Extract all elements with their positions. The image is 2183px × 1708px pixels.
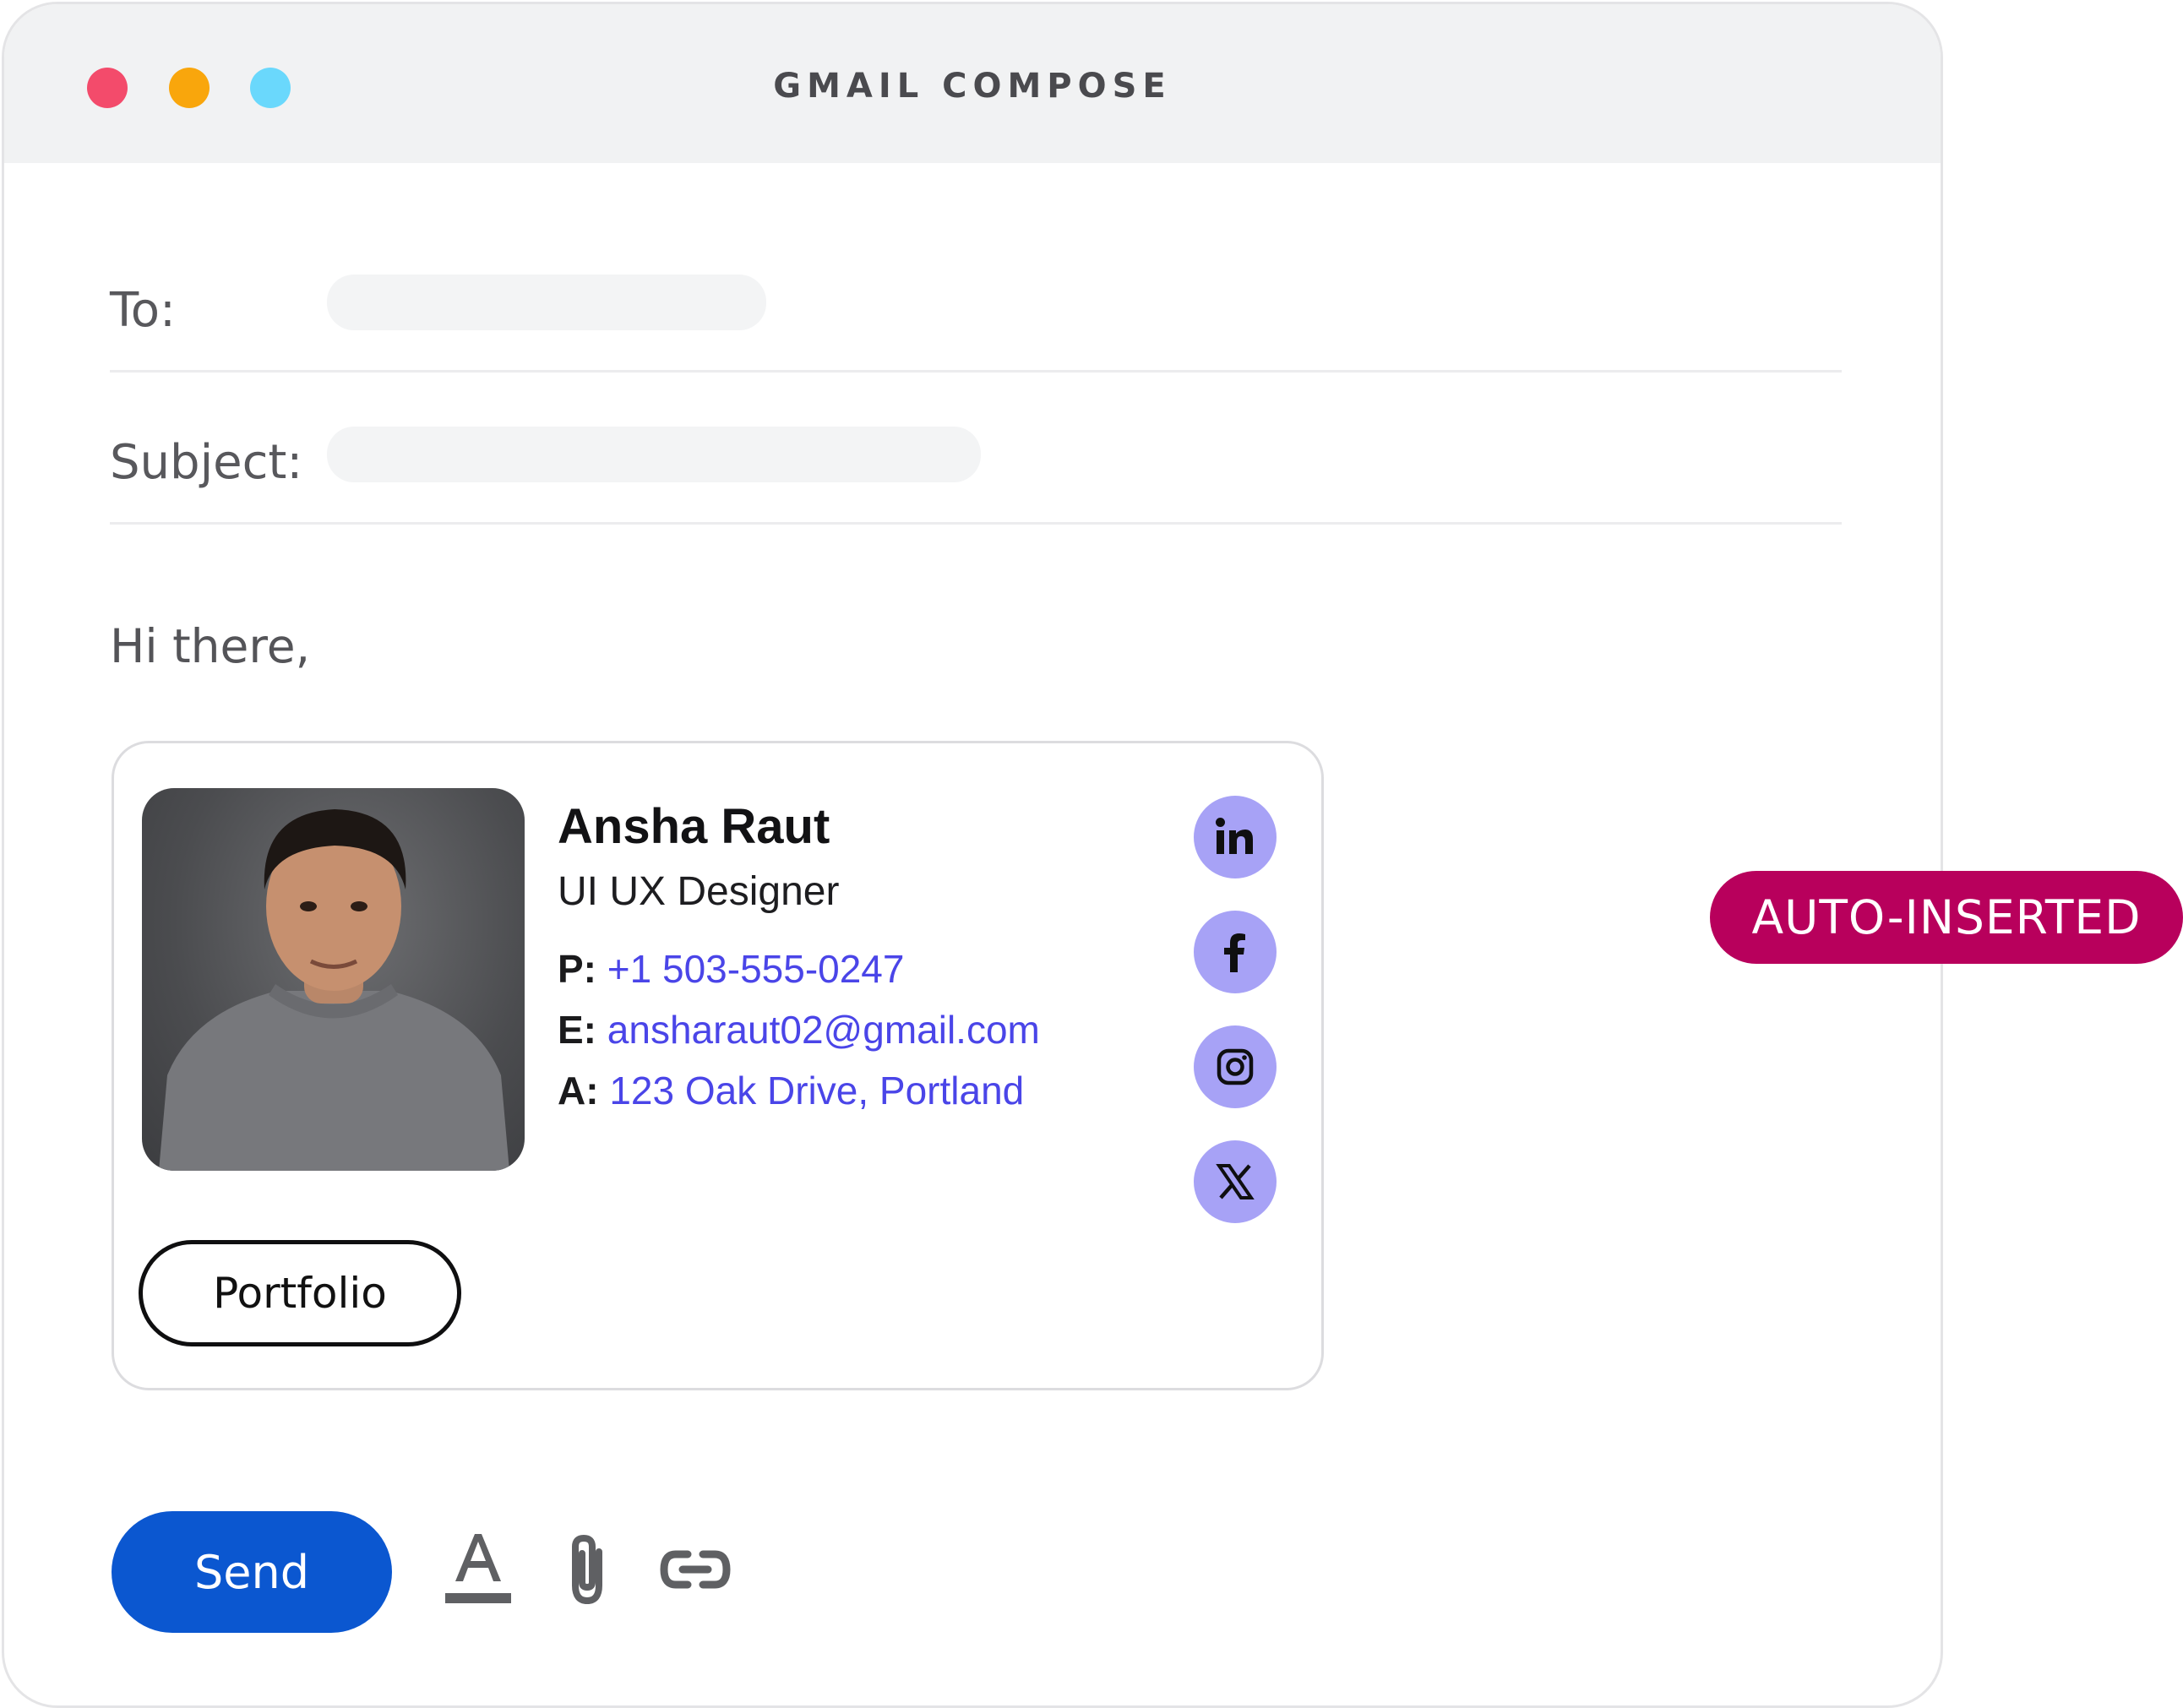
- subject-input[interactable]: [327, 427, 981, 482]
- address-label: A:: [558, 1069, 599, 1112]
- attachment-icon: [572, 1534, 602, 1605]
- text-format-button[interactable]: [444, 1529, 513, 1611]
- instagram-icon: [1217, 1048, 1254, 1085]
- signature-name: Ansha Raut: [558, 799, 830, 854]
- portfolio-button[interactable]: Portfolio: [139, 1240, 461, 1346]
- signature-email-row: E: ansharaut02@gmail.com: [558, 1007, 1040, 1053]
- message-body-greeting[interactable]: Hi there,: [110, 619, 310, 673]
- email-label: E:: [558, 1008, 596, 1052]
- x-icon: [1216, 1164, 1255, 1199]
- to-input[interactable]: [327, 275, 766, 330]
- insert-link-button[interactable]: [659, 1546, 732, 1597]
- signature-phone-row: P: +1 503-555-0247: [558, 946, 904, 992]
- title-bar: GMAIL COMPOSE: [4, 4, 1941, 163]
- link-icon: [660, 1550, 731, 1589]
- text-format-icon: [445, 1534, 511, 1603]
- x-button[interactable]: [1194, 1140, 1277, 1223]
- to-divider: [110, 370, 1842, 373]
- send-button[interactable]: Send: [112, 1511, 392, 1633]
- address-link[interactable]: 123 Oak Drive, Portland: [609, 1069, 1024, 1112]
- subject-label: Subject:: [110, 435, 303, 490]
- instagram-button[interactable]: [1194, 1025, 1277, 1108]
- signature-address-row: A: 123 Oak Drive, Portland: [558, 1068, 1024, 1113]
- email-link[interactable]: ansharaut02@gmail.com: [607, 1008, 1040, 1052]
- auto-inserted-badge: AUTO-INSERTED: [1710, 871, 2183, 964]
- linkedin-icon: [1216, 818, 1253, 854]
- signature-role: UI UX Designer: [558, 869, 840, 914]
- linkedin-button[interactable]: [1194, 796, 1277, 878]
- window-title: GMAIL COMPOSE: [773, 67, 1172, 106]
- compose-window: GMAIL COMPOSE To: Subject: Hi there, Ans…: [2, 2, 1943, 1708]
- to-label: To:: [110, 283, 176, 338]
- phone-link[interactable]: +1 503-555-0247: [607, 947, 905, 991]
- facebook-icon: [1224, 933, 1245, 972]
- facebook-button[interactable]: [1194, 911, 1277, 993]
- phone-label: P:: [558, 947, 596, 991]
- attachment-button[interactable]: [562, 1533, 612, 1613]
- email-signature-card: Ansha Raut UI UX Designer P: +1 503-555-…: [112, 741, 1324, 1390]
- subject-divider: [110, 522, 1842, 525]
- profile-photo: [142, 788, 525, 1171]
